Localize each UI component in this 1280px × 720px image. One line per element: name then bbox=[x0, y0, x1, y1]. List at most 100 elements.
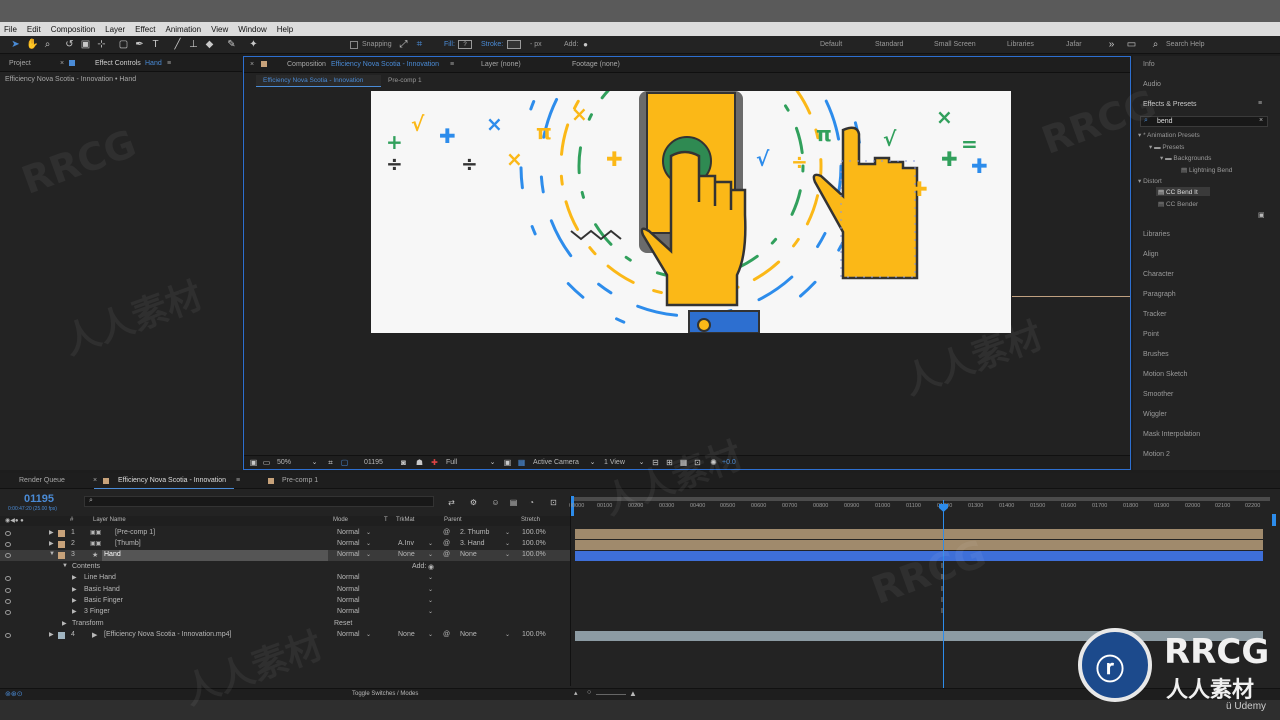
effects-search-box[interactable]: ⌕ bend × bbox=[1140, 116, 1268, 127]
current-time[interactable]: 01195 bbox=[24, 493, 54, 505]
zoom-in-icon[interactable]: ▲ bbox=[629, 689, 637, 698]
layer-name[interactable]: [Pre-comp 1] bbox=[115, 529, 155, 536]
close-icon[interactable]: × bbox=[60, 60, 64, 67]
collapse-arrow-icon[interactable]: ▼ bbox=[49, 551, 55, 557]
chevron-down-icon[interactable]: ⌄ bbox=[428, 631, 433, 638]
expand-arrow-icon[interactable]: ▶ bbox=[72, 608, 77, 615]
transform-group[interactable]: ▶ Transform Reset bbox=[0, 619, 570, 630]
shy-icon[interactable]: ☺ bbox=[490, 497, 501, 508]
expand-arrow-icon[interactable]: ▶ bbox=[72, 597, 77, 604]
close-icon[interactable]: × bbox=[93, 477, 97, 484]
layer-trkmat[interactable]: None bbox=[398, 631, 415, 638]
layer-mode[interactable]: Normal bbox=[337, 529, 360, 536]
label-color-swatch[interactable] bbox=[58, 541, 65, 548]
zoom-slider-track[interactable] bbox=[596, 694, 626, 695]
effects-search-input[interactable]: bend bbox=[1157, 118, 1173, 125]
layer-row-selected[interactable]: ▼ 3 ★ Hand Normal ⌄ None ⌄ @ None ⌄ 100.… bbox=[0, 550, 570, 561]
layer-name-field[interactable]: Hand bbox=[102, 550, 328, 561]
layer-bar-selected[interactable] bbox=[575, 551, 1263, 561]
panel-character[interactable]: Character bbox=[1143, 271, 1174, 278]
shape-tool-icon[interactable]: ▢ bbox=[118, 39, 129, 50]
add-circle-icon[interactable]: ● bbox=[580, 39, 591, 50]
chevron-down-icon[interactable]: ⌄ bbox=[428, 597, 433, 604]
text-tool-icon[interactable]: T bbox=[150, 39, 161, 50]
panel-paragraph[interactable]: Paragraph bbox=[1143, 291, 1176, 298]
menu-file[interactable]: File bbox=[4, 25, 17, 34]
panel-brushes[interactable]: Brushes bbox=[1143, 351, 1169, 358]
menu-layer[interactable]: Layer bbox=[105, 25, 125, 34]
monitor-icon[interactable]: ▭ bbox=[261, 457, 272, 468]
tab-render-queue[interactable]: Render Queue bbox=[19, 477, 65, 484]
content-item[interactable]: ▶ Basic Hand Normal ⌄ bbox=[0, 585, 570, 596]
search-help-label[interactable]: Search Help bbox=[1166, 41, 1205, 48]
tab-composition[interactable]: Composition bbox=[287, 61, 326, 68]
expand-arrow-icon[interactable]: ▶ bbox=[72, 574, 77, 581]
tab-layer[interactable]: Layer (none) bbox=[481, 61, 521, 68]
grid-icon[interactable]: ⌗ bbox=[325, 457, 336, 468]
snapshot-icon[interactable]: ◙ bbox=[398, 457, 409, 468]
workspace-standard[interactable]: Standard bbox=[875, 41, 903, 48]
frame-blending-icon[interactable]: ▤ bbox=[508, 497, 519, 508]
exposure-icon[interactable]: ✺ bbox=[708, 457, 719, 468]
label-color-swatch[interactable] bbox=[58, 552, 65, 559]
chevron-down-icon[interactable]: ⌄ bbox=[487, 457, 498, 468]
tab-effect-controls[interactable]: Effect Controls bbox=[95, 60, 141, 67]
always-preview-icon[interactable]: ▣ bbox=[248, 457, 259, 468]
panel-effects-presets[interactable]: Effects & Presets bbox=[1143, 101, 1197, 108]
sync-settings-icon[interactable]: ▭ bbox=[1126, 39, 1137, 50]
region-of-interest-icon[interactable]: ▣ bbox=[502, 457, 513, 468]
clear-search-icon[interactable]: × bbox=[1259, 117, 1263, 124]
subtab-main[interactable]: Efficiency Nova Scotia - Innovation bbox=[256, 75, 381, 87]
transparency-grid-icon[interactable]: ▦ bbox=[516, 457, 527, 468]
roto-brush-tool-icon[interactable]: ✎ bbox=[226, 39, 237, 50]
menu-view[interactable]: View bbox=[211, 25, 228, 34]
panel-tracker[interactable]: Tracker bbox=[1143, 311, 1166, 318]
visibility-eye-icon[interactable] bbox=[5, 610, 11, 615]
layer-parent[interactable]: None bbox=[460, 551, 477, 558]
subtab-precomp[interactable]: Pre-comp 1 bbox=[388, 77, 422, 84]
chevron-down-icon[interactable]: ⌄ bbox=[366, 529, 371, 536]
hand-tool-icon[interactable]: ✋ bbox=[26, 39, 38, 50]
label-color-swatch[interactable] bbox=[58, 632, 65, 639]
workspace-libraries[interactable]: Libraries bbox=[1007, 41, 1034, 48]
panel-info[interactable]: Info bbox=[1143, 61, 1155, 68]
resolution-select[interactable]: Full bbox=[446, 459, 457, 466]
content-mode[interactable]: Normal bbox=[337, 586, 360, 593]
zoom-tool-icon[interactable]: ⌕ bbox=[42, 39, 53, 50]
new-preset-icon[interactable]: ▣ bbox=[1258, 211, 1265, 219]
layer-row[interactable]: ▶ 2 ▣▣ [Thumb] Normal ⌄ A.Inv ⌄ @ 3. Han… bbox=[0, 539, 570, 550]
panel-motion-sketch[interactable]: Motion Sketch bbox=[1143, 371, 1187, 378]
col-layer-name[interactable]: Layer Name bbox=[93, 517, 126, 523]
timeline-icon[interactable]: ▦ bbox=[678, 457, 689, 468]
panel-wiggler[interactable]: Wiggler bbox=[1143, 411, 1167, 418]
menu-composition[interactable]: Composition bbox=[51, 25, 95, 34]
content-name[interactable]: 3 Finger bbox=[84, 608, 110, 615]
visibility-eye-icon[interactable] bbox=[5, 531, 11, 536]
visibility-eye-icon[interactable] bbox=[5, 576, 11, 581]
pan-behind-tool-icon[interactable]: ⊹ bbox=[96, 39, 107, 50]
pickwhip-icon[interactable]: @ bbox=[443, 540, 450, 547]
panel-audio[interactable]: Audio bbox=[1143, 81, 1161, 88]
fill-swatch[interactable]: ? bbox=[458, 40, 472, 49]
layer-stretch[interactable]: 100.0% bbox=[522, 529, 546, 536]
layer-mode[interactable]: Normal bbox=[337, 540, 360, 547]
panel-mask-interpolation[interactable]: Mask Interpolation bbox=[1143, 431, 1200, 438]
more-workspaces-icon[interactable]: » bbox=[1106, 39, 1117, 50]
add-circle-icon[interactable]: ◉ bbox=[428, 563, 434, 571]
chevron-down-icon[interactable]: ⌄ bbox=[505, 529, 510, 536]
menu-help[interactable]: Help bbox=[277, 25, 293, 34]
panel-menu-icon[interactable]: ≡ bbox=[236, 477, 240, 484]
content-mode[interactable]: Normal bbox=[337, 574, 360, 581]
tree-backgrounds[interactable]: ▾ ▬ Backgrounds bbox=[1160, 154, 1211, 162]
layer-name[interactable]: Hand bbox=[104, 551, 121, 558]
menu-effect[interactable]: Effect bbox=[135, 25, 155, 34]
layer-stretch[interactable]: 100.0% bbox=[522, 551, 546, 558]
puppet-tool-icon[interactable]: ✦ bbox=[248, 39, 259, 50]
tree-cc-bender[interactable]: ▤ CC Bender bbox=[1158, 200, 1198, 208]
layer-parent[interactable]: 3. Hand bbox=[460, 540, 485, 547]
panel-point[interactable]: Point bbox=[1143, 331, 1159, 338]
tree-distort[interactable]: ▾ Distort bbox=[1138, 177, 1162, 185]
content-name[interactable]: Basic Hand bbox=[84, 586, 120, 593]
layer-search-input[interactable]: ⌕ bbox=[84, 496, 434, 507]
workspace-default[interactable]: Default bbox=[820, 41, 842, 48]
